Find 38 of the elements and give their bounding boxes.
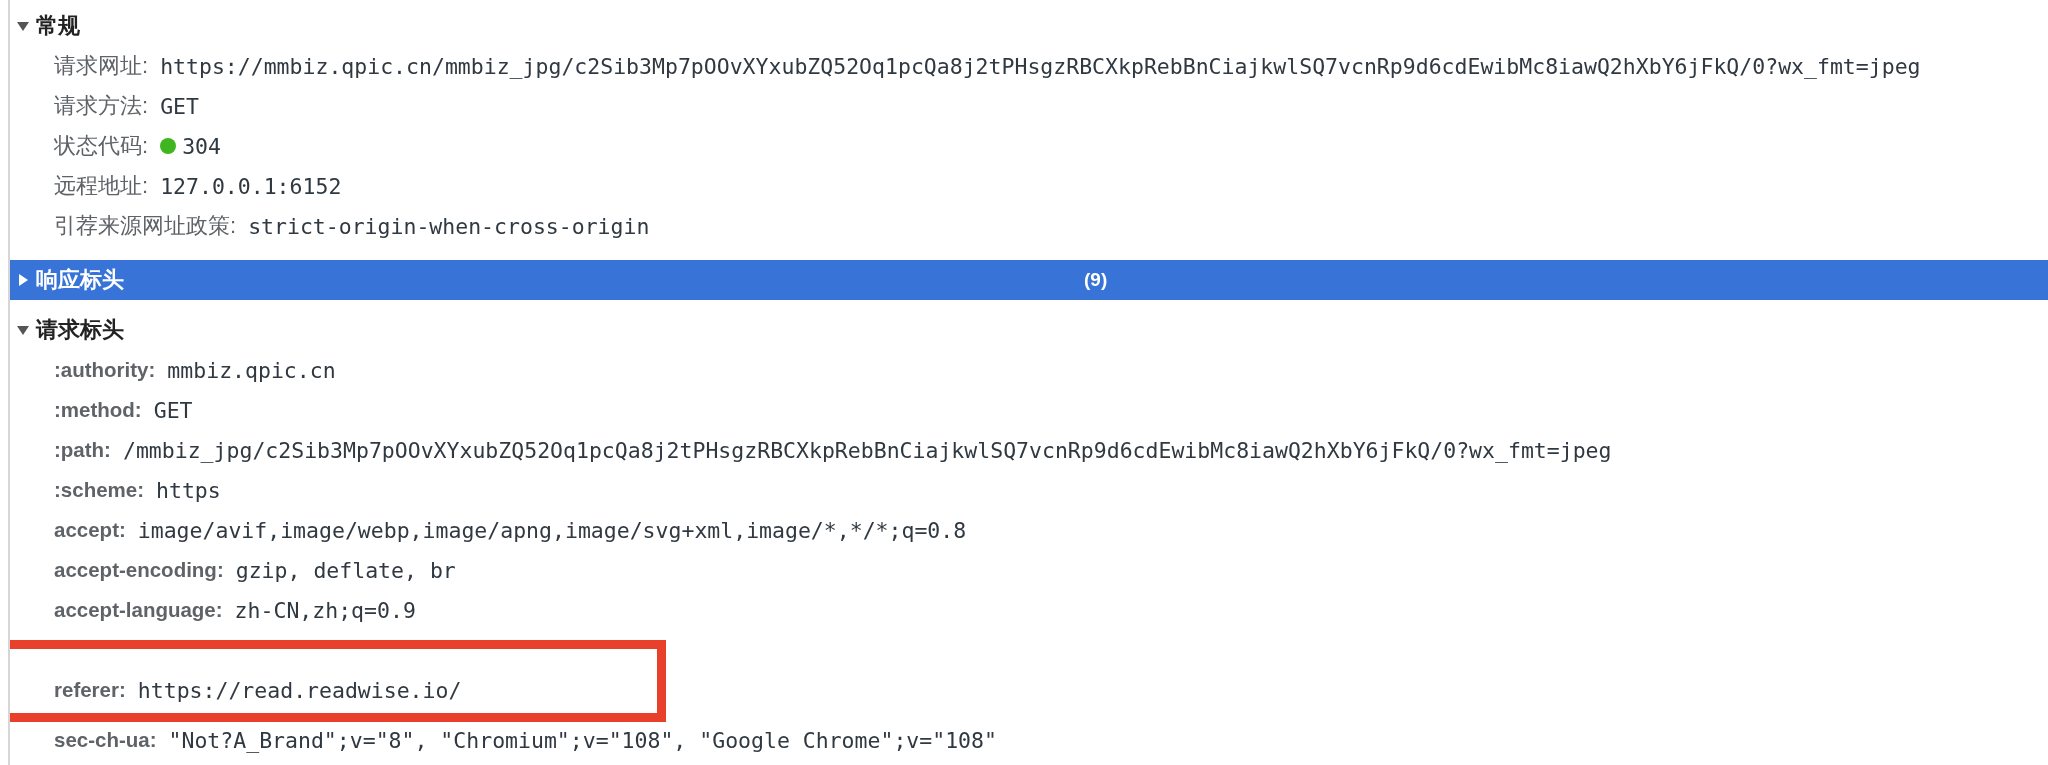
section-title: 请求标头 <box>36 316 124 344</box>
header-value: 127.0.0.1:6152 <box>160 173 342 199</box>
header-name: :path: <box>54 438 111 462</box>
header-value: /mmbiz_jpg/c2Sib3Mp7pOOvXYxubZQ52Oq1pcQa8j2tPHsgzRBCXkpRebBnCiajkwlSQ7vcnRp9d6cdEwibMc8iawQ2hXbY6jFkQ/0?wx_fmt=jpeg <box>122 437 1612 463</box>
header-name: :scheme: <box>54 478 144 502</box>
header-name: accept-encoding: <box>54 558 224 582</box>
header-value: https://mmbiz.qpic.cn/mmbiz_jpg/c2Sib3Mp7pOOvXYxubZQ52Oq1pcQa8j2tPHsgzRBCXkpRebBnCiajkwlSQ7vcnRp9d6cdEwibMc8iawQ2hXbY6jFkQ/0?wx_fmt=jpeg <box>160 53 1921 79</box>
section-header[interactable]: 请求标头 <box>10 310 2048 350</box>
header-name: 状态代码: <box>54 132 149 160</box>
collapsed-triangle-icon[interactable] <box>16 273 30 287</box>
section-title: 常规 <box>36 12 80 40</box>
header-name: referer: <box>54 678 126 702</box>
header-value: https <box>156 477 221 503</box>
header-value: image/avif,image/webp,image/apng,image/svg+xml,image/*,*/*;q=0.8 <box>137 517 967 543</box>
header-count: (9) <box>1084 269 1108 291</box>
section-header[interactable]: 响应标头 (9) <box>10 260 2048 300</box>
header-name: 请求方法: <box>54 92 149 120</box>
header-value: zh-CN,zh;q=0.9 <box>234 597 416 623</box>
header-value: strict-origin-when-cross-origin <box>248 213 650 239</box>
header-value: 304 <box>182 133 221 159</box>
expanded-triangle-icon[interactable] <box>16 19 30 33</box>
header-name: 请求网址: <box>54 52 149 80</box>
header-name: 远程地址: <box>54 172 149 200</box>
header-value: https://read.readwise.io/ <box>137 677 462 703</box>
header-value: GET <box>153 397 193 423</box>
header-name: accept: <box>54 518 126 542</box>
header-value: gzip, deflate, br <box>235 557 456 583</box>
section-header[interactable]: 常规 <box>10 6 2048 46</box>
header-name: 引荐来源网址政策: <box>54 212 237 240</box>
header-name: sec-ch-ua: <box>54 728 157 752</box>
header-name: :method: <box>54 398 142 422</box>
section-title: 响应标头 <box>36 266 124 294</box>
header-value: "Not?A_Brand";v="8", "Chromium";v="108", "Google Chrome";v="108" <box>168 727 997 753</box>
header-name: accept-language: <box>54 598 223 622</box>
expanded-triangle-icon[interactable] <box>16 323 30 337</box>
header-value: mmbiz.qpic.cn <box>167 357 336 383</box>
header-value: GET <box>160 93 199 119</box>
header-name: :authority: <box>54 358 156 382</box>
